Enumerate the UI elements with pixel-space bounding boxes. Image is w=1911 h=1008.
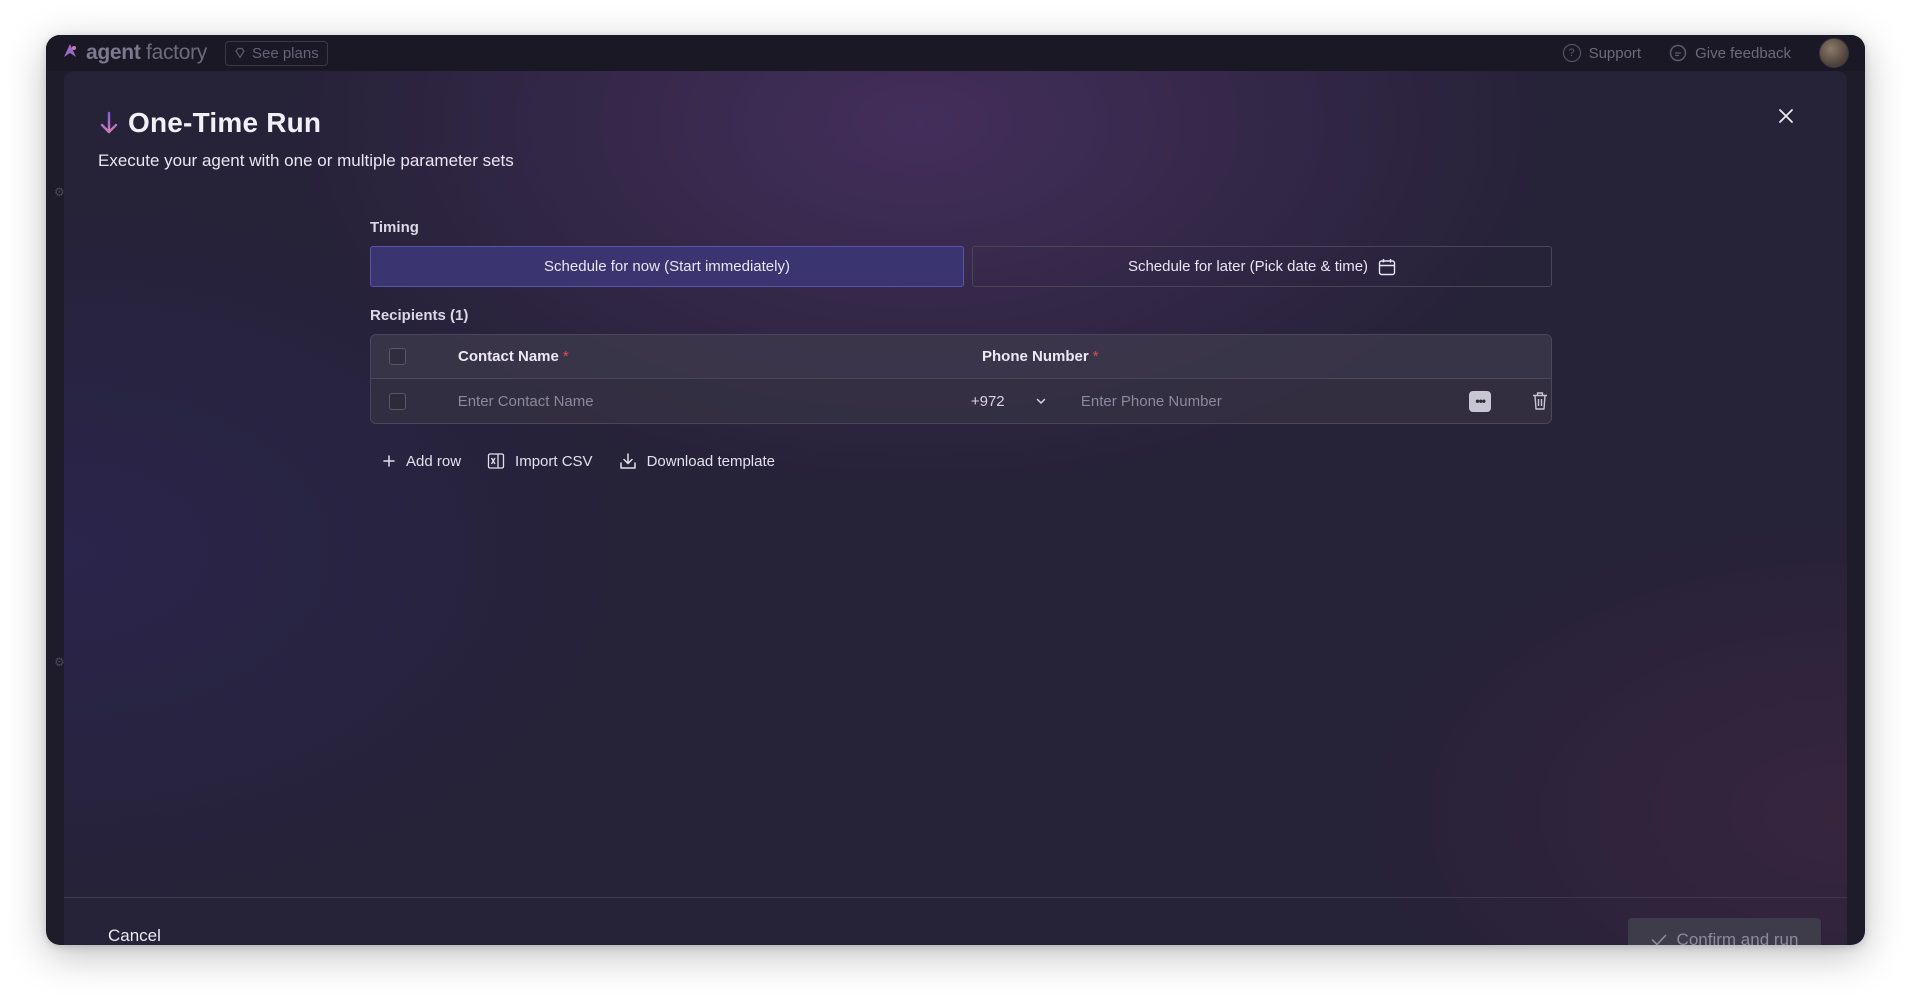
schedule-now-label: Schedule for now (Start immediately) <box>544 258 790 275</box>
required-mark: * <box>562 348 569 365</box>
download-template-button[interactable]: Download template <box>619 452 775 470</box>
download-template-label: Download template <box>646 452 775 470</box>
table-actions: Add row Import CSV Download template <box>382 452 1552 470</box>
modal-footer: Cancel Confirm and run <box>64 897 1847 945</box>
row-checkbox[interactable] <box>389 392 406 410</box>
top-bar: agent factory See plans ? Support Give f… <box>46 35 1865 71</box>
modal-header: One-Time Run Execute your agent with one… <box>98 107 514 171</box>
agent-factory-logo-icon <box>62 43 78 64</box>
see-plans-button[interactable]: See plans <box>224 40 328 66</box>
add-row-button[interactable]: Add row <box>382 452 461 470</box>
support-link[interactable]: ? Support <box>1562 44 1642 62</box>
close-button[interactable] <box>1771 101 1801 131</box>
modal-subtitle: Execute your agent with one or multiple … <box>98 151 514 170</box>
app-window: agent factory See plans ? Support Give f… <box>46 35 1865 945</box>
calendar-icon <box>1378 258 1396 275</box>
required-mark: * <box>1092 348 1099 365</box>
modal-content: Timing Schedule for now (Start immediate… <box>370 219 1552 470</box>
table-header: Contact Name * Phone Number * <box>371 335 1551 379</box>
timing-options: Schedule for now (Start immediately) Sch… <box>370 246 1552 287</box>
diamond-icon <box>235 47 245 59</box>
country-code-select[interactable]: +972 <box>971 393 1081 410</box>
give-feedback-link[interactable]: Give feedback <box>1669 44 1791 62</box>
support-label: Support <box>1588 44 1642 62</box>
country-code-value: +972 <box>970 392 1005 410</box>
trash-icon <box>1533 392 1548 410</box>
top-bar-right: ? Support Give feedback <box>1562 38 1849 68</box>
chevron-down-icon <box>1036 398 1045 405</box>
import-csv-button[interactable]: Import CSV <box>487 452 593 470</box>
select-all-checkbox[interactable] <box>389 348 406 365</box>
schedule-now-button[interactable]: Schedule for now (Start immediately) <box>370 246 964 287</box>
row-more-button[interactable]: ••• <box>1468 390 1492 412</box>
phone-cell: +972 Enter Phone Number <box>971 393 1441 410</box>
title-row: One-Time Run <box>98 107 514 139</box>
confirm-and-run-button[interactable]: Confirm and run <box>1628 918 1821 945</box>
close-icon <box>1779 109 1793 123</box>
schedule-later-label: Schedule for later (Pick date & time) <box>1127 258 1369 275</box>
timing-label: Timing <box>370 219 419 236</box>
schedule-later-button[interactable]: Schedule for later (Pick date & time) <box>972 246 1552 287</box>
spreadsheet-icon <box>487 453 505 469</box>
more-dots-icon: ••• <box>1475 394 1486 408</box>
plus-icon <box>383 455 395 467</box>
recipients-table: Contact Name * Phone Number * Enter Contac… <box>370 334 1552 424</box>
chat-bubble-icon <box>1669 44 1687 62</box>
import-csv-label: Import CSV <box>515 452 593 470</box>
add-row-label: Add row <box>406 452 462 470</box>
recipients-label: Recipients (1) <box>370 307 469 324</box>
contact-name-input[interactable]: Enter Contact Name <box>458 393 971 410</box>
download-icon <box>619 453 636 469</box>
contact-name-header: Contact Name * <box>458 348 569 365</box>
check-icon <box>1651 934 1666 945</box>
confirm-and-run-label: Confirm and run <box>1676 930 1799 945</box>
brand-name: agent factory <box>86 41 207 64</box>
delete-row-button[interactable] <box>1529 390 1551 412</box>
one-time-run-modal: One-Time Run Execute your agent with one… <box>64 71 1847 945</box>
give-feedback-label: Give feedback <box>1695 44 1791 62</box>
phone-number-header: Phone Number * <box>982 348 1099 365</box>
cancel-button[interactable]: Cancel <box>108 926 161 945</box>
table-row: Enter Contact Name +972 Enter Phone Numb… <box>371 379 1551 423</box>
arrow-down-icon <box>100 111 118 134</box>
brand[interactable]: agent factory See plans <box>62 40 328 66</box>
question-circle-icon: ? <box>1562 44 1581 62</box>
modal-title: One-Time Run <box>128 107 322 138</box>
phone-number-input[interactable]: Enter Phone Number <box>1081 393 1222 410</box>
user-avatar[interactable] <box>1819 38 1849 68</box>
see-plans-label: See plans <box>251 44 319 62</box>
